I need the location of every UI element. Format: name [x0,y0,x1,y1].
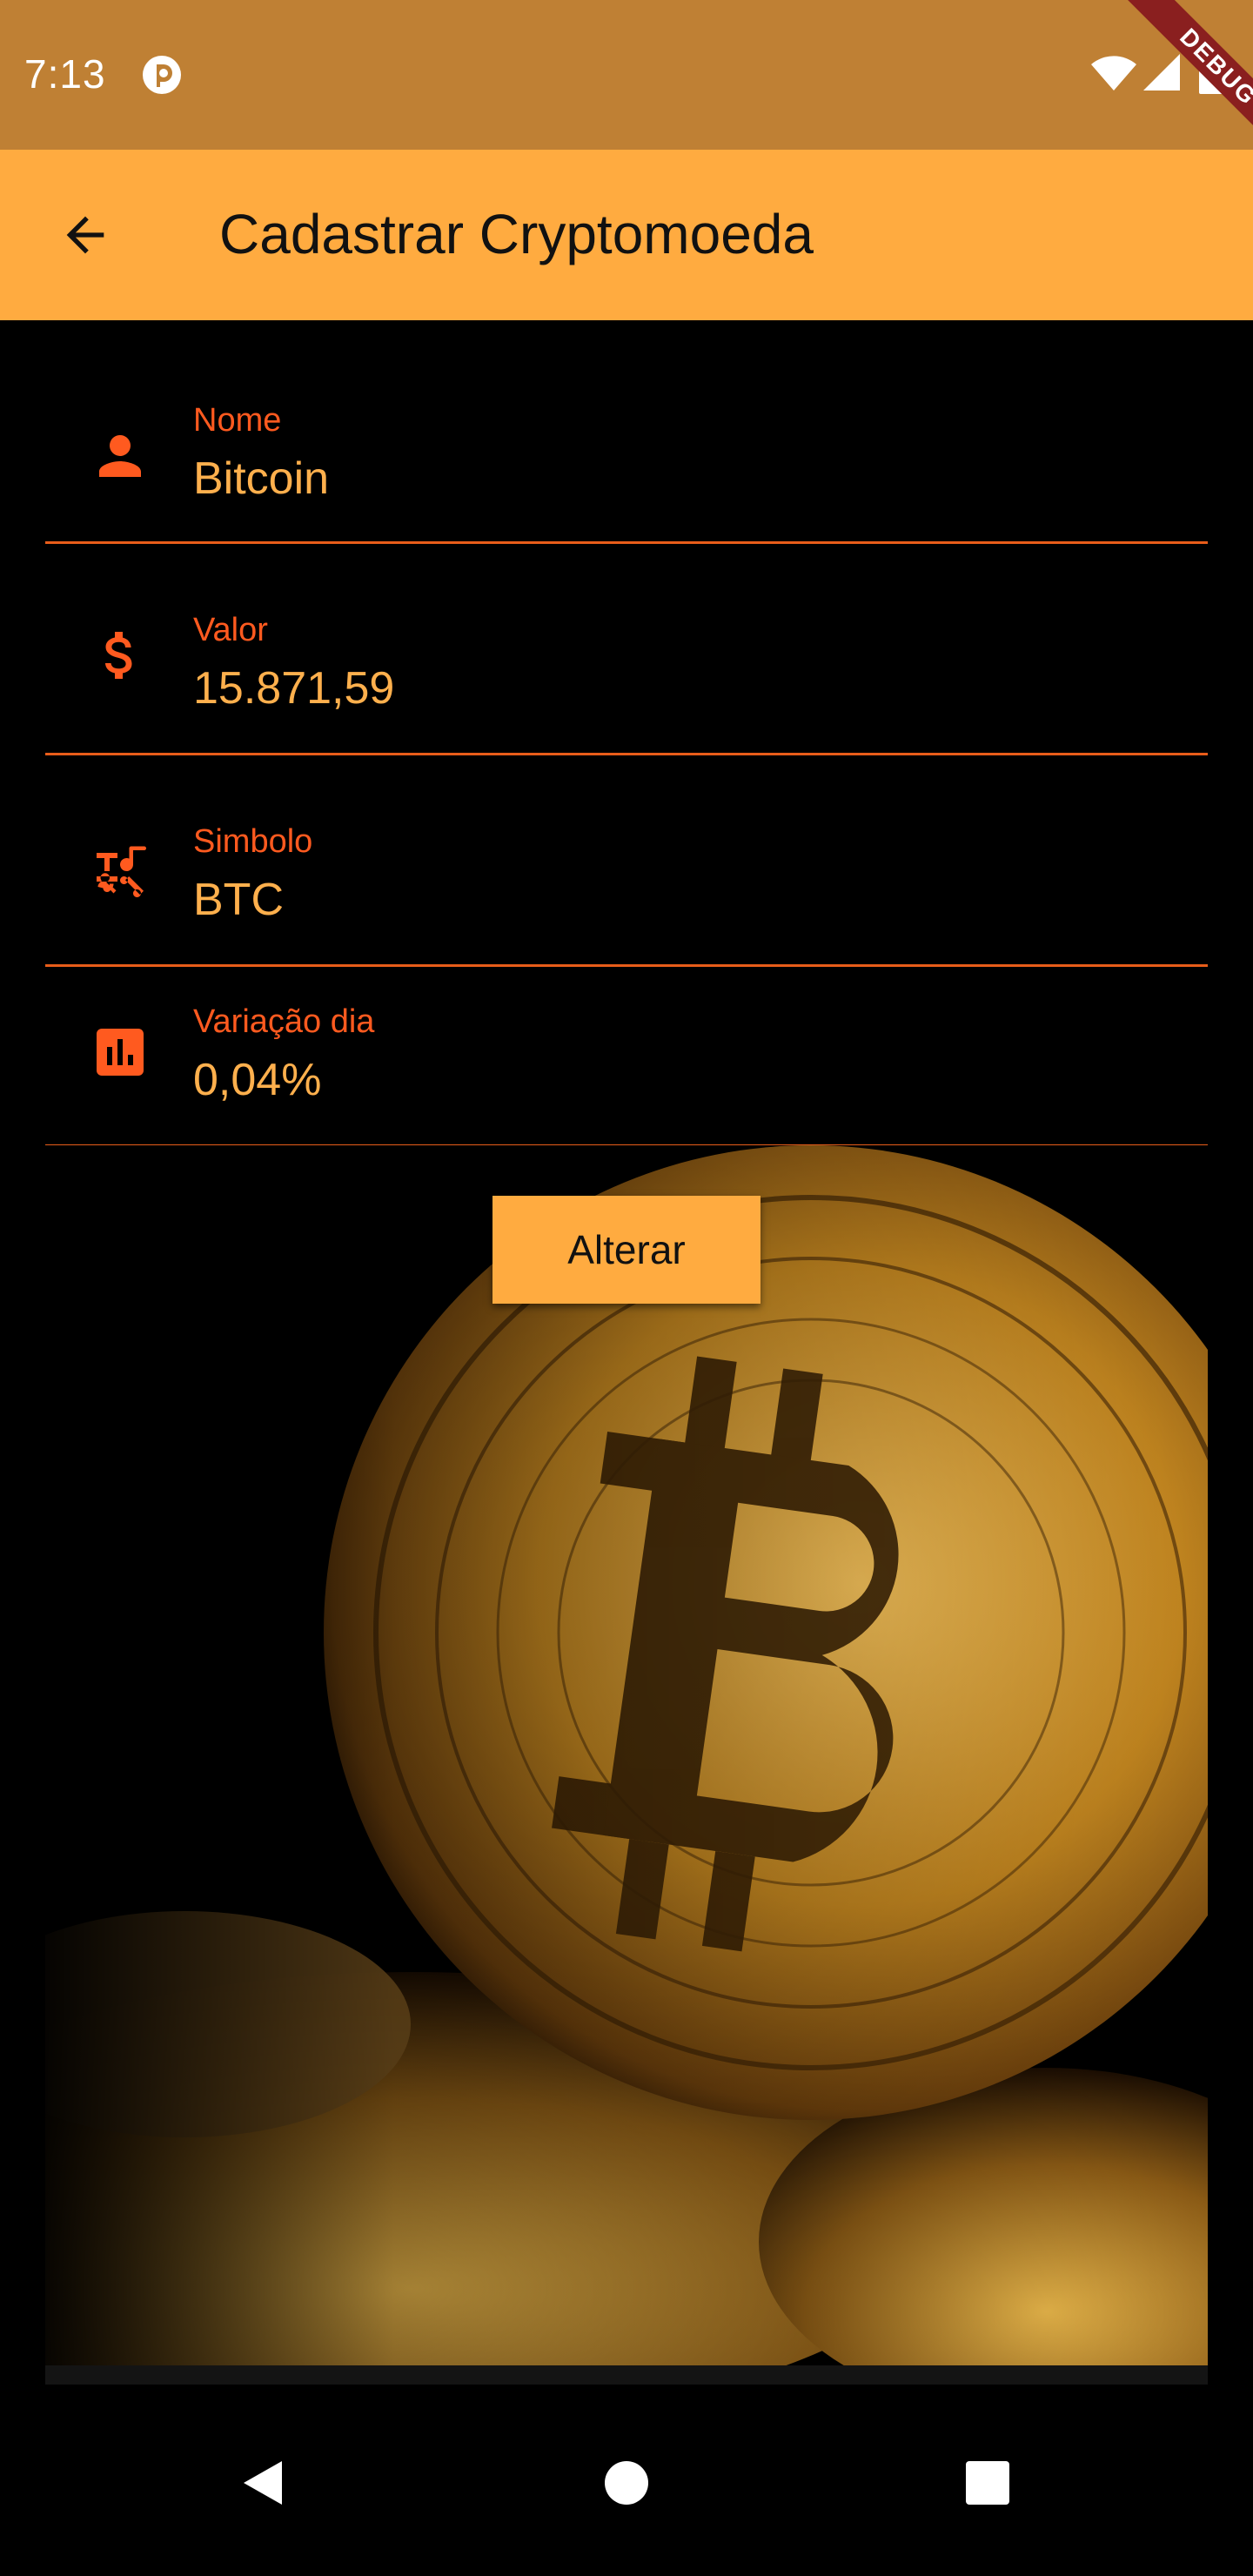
symbols-icon [97,846,146,898]
person-icon [99,435,141,477]
valor-label: Valor [193,612,268,648]
status-bar: 7:13 DEBUG [0,0,1253,159]
simbolo-field[interactable]: Simbolo BTC [45,755,1208,967]
simbolo-input[interactable]: BTC [193,874,1150,926]
navigation-bar [0,2385,1253,2576]
variacao-label: Variação dia [193,1003,375,1040]
simbolo-label: Simbolo [193,823,313,860]
app-notification-icon [143,56,181,94]
bar-chart-icon [97,1029,144,1076]
status-time: 7:13 [24,51,106,97]
nome-input[interactable]: Bitcoin [193,453,1150,505]
arrow-back-icon [66,216,104,254]
back-button[interactable] [38,188,132,282]
app-bar: Cadastrar Cryptomoeda [0,150,1253,320]
screen: 7:13 DEBUG Cadastrar Cryptomoeda Nome Bi… [0,0,1253,2576]
variacao-input[interactable]: 0,04% [193,1054,1150,1106]
valor-field[interactable]: Valor 15.871,59 [45,544,1208,755]
variacao-field[interactable]: Variação dia 0,04% [45,967,1208,1147]
debug-label: DEBUG [1126,0,1253,159]
coin-illustration [45,1145,1208,2365]
debug-ribbon: DEBUG [1079,0,1253,174]
nav-back-icon[interactable] [231,2452,292,2513]
nome-field[interactable]: Nome Bitcoin [45,362,1208,544]
bitcoin-coin-image [45,1145,1208,2365]
alterar-button[interactable]: Alterar [492,1196,761,1304]
nome-label: Nome [193,402,282,439]
dollar-icon [104,632,132,679]
nav-recents-icon[interactable] [957,2452,1018,2513]
page-title: Cadastrar Cryptomoeda [219,203,814,265]
valor-input[interactable]: 15.871,59 [193,662,1150,714]
image-bottom-strip [45,2365,1208,2385]
nav-home-icon[interactable] [596,2452,657,2513]
